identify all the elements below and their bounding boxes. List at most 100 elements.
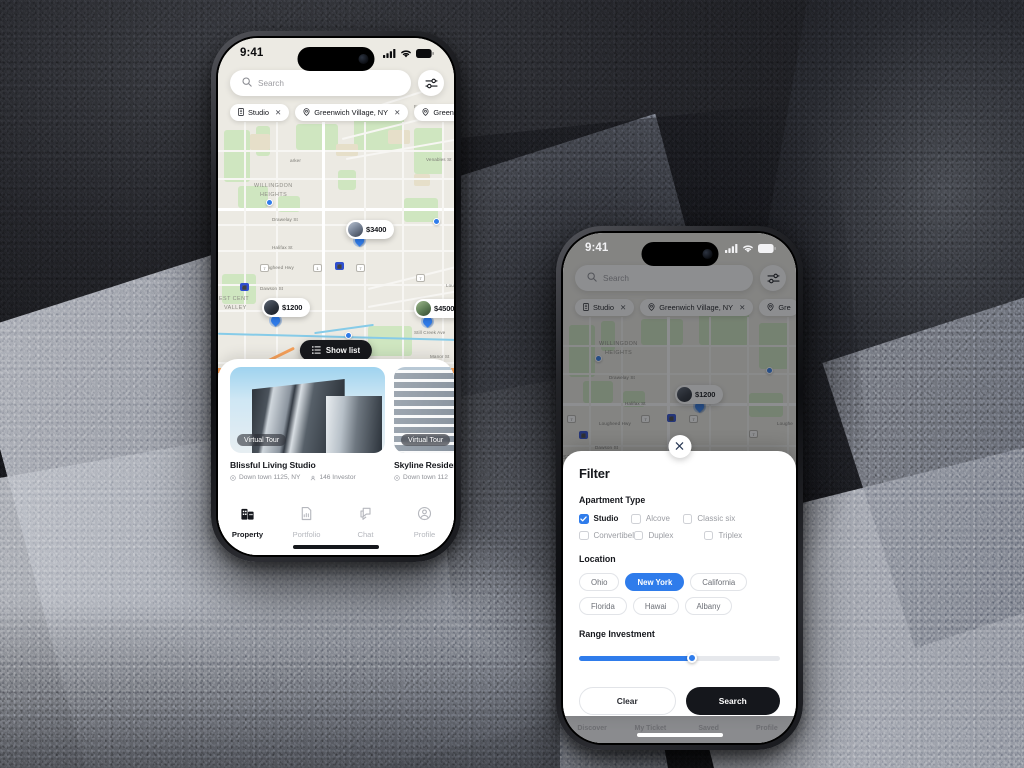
- property-investors: 146 Investor: [310, 474, 356, 481]
- checkbox-label: Studio: [593, 514, 619, 524]
- map-route-shield: 1: [313, 264, 322, 272]
- search-button[interactable]: Search: [685, 687, 780, 715]
- location-pill-california[interactable]: California: [690, 573, 748, 591]
- bottom-tab-bar-peek: Discover My Ticket Saved Profile: [563, 713, 796, 743]
- clear-button[interactable]: Clear: [579, 687, 676, 715]
- checkbox-box: [633, 530, 644, 540]
- checkbox-alcove[interactable]: Alcove: [631, 514, 670, 524]
- phone2-bezel: WILLINGDON HEIGHTS Drawelay St Halifax S…: [561, 231, 798, 745]
- tab-chat[interactable]: Chat: [336, 506, 395, 539]
- building-icon: [238, 107, 244, 118]
- checkbox-label: Triplex: [718, 530, 743, 540]
- user-group-icon: [311, 475, 316, 480]
- property-card[interactable]: Virtual Tour Blissful Living Studio Down…: [230, 367, 385, 481]
- dynamic-island: [641, 242, 718, 266]
- virtual-tour-badge[interactable]: Virtual Tour: [237, 434, 287, 446]
- phone-device-map: WILLINGDON HEIGHTS Drawelay St Halifax S…: [211, 31, 461, 562]
- dynamic-island: [297, 47, 375, 71]
- close-icon[interactable]: ✕: [275, 108, 281, 117]
- property-card[interactable]: Virtual Tour Skyline Residen Down town 1…: [394, 367, 454, 481]
- checkbox-triplex[interactable]: Triplex: [703, 530, 743, 540]
- location-pill-florida[interactable]: Florida: [579, 597, 627, 615]
- cellular-signal-icon: [725, 243, 738, 253]
- location-pill-hawai[interactable]: Hawai: [632, 597, 679, 615]
- search-input[interactable]: Search: [230, 70, 411, 96]
- range-investment-slider[interactable]: [579, 651, 780, 665]
- status-icons: [383, 48, 434, 58]
- property-location-label: Down town 112: [403, 474, 448, 481]
- search-placeholder: Search: [258, 78, 284, 88]
- filter-sliders-icon[interactable]: [418, 70, 444, 96]
- checkbox-label: Convertibel: [593, 530, 634, 540]
- map-transit-shield: ⬛: [240, 283, 249, 291]
- checkbox-convertibel[interactable]: Convertibel: [579, 530, 634, 540]
- background-shadow-bottom: [0, 600, 560, 768]
- filter-title: Filter: [579, 466, 610, 481]
- tab-label: Saved: [698, 724, 719, 732]
- tab-portfolio[interactable]: Portfolio: [277, 506, 336, 539]
- search-icon: [242, 74, 252, 92]
- property-investors-label: 146 Investor: [319, 474, 356, 481]
- price-label: $1200: [282, 303, 303, 312]
- tab-label: Discover: [577, 724, 607, 732]
- chip-label: Greenwich Village, NY: [314, 108, 389, 117]
- building-icon: [240, 506, 255, 526]
- map-dot[interactable]: [345, 332, 352, 339]
- tab-label: My Ticket: [634, 724, 667, 732]
- property-image: Virtual Tour: [230, 367, 385, 453]
- slider-knob[interactable]: [686, 653, 697, 663]
- checkbox-box: [579, 514, 589, 524]
- tab-label: Chat: [357, 530, 374, 539]
- show-list-button[interactable]: Show list: [299, 340, 373, 361]
- filter-chip-studio[interactable]: Studio ✕: [230, 104, 290, 121]
- front-camera-icon: [358, 54, 369, 64]
- location-pill-albany[interactable]: Albany: [684, 597, 733, 615]
- tab-property[interactable]: Property: [218, 506, 277, 539]
- close-icon[interactable]: ✕: [394, 108, 400, 117]
- map-dot[interactable]: [266, 199, 273, 206]
- map-label: VALLEY: [224, 305, 247, 311]
- location-pin-icon: [230, 474, 236, 481]
- price-marker[interactable]: $1200: [262, 298, 311, 317]
- front-camera-icon: [702, 249, 712, 259]
- price-marker[interactable]: $3400: [346, 220, 395, 239]
- property-image: Virtual Tour: [394, 367, 454, 453]
- status-time: 9:41: [240, 47, 264, 59]
- apartment-type-options: Studio Alcove Classic six Convertibel Du…: [579, 514, 780, 540]
- filter-chip-location[interactable]: Greenwich Village, NY ✕: [295, 104, 409, 121]
- map-route-shield: 7: [356, 264, 365, 272]
- tab-profile[interactable]: Profile: [395, 506, 454, 539]
- map-dot[interactable]: [433, 218, 440, 225]
- phone2-screen: WILLINGDON HEIGHTS Drawelay St Halifax S…: [563, 233, 796, 743]
- property-location-label: Down town 1125, NY: [239, 474, 301, 481]
- price-marker[interactable]: $4500: [414, 299, 454, 318]
- battery-icon: [416, 48, 434, 58]
- checkbox-classic-six[interactable]: Classic six: [682, 514, 735, 524]
- map-label: Dawson St: [260, 286, 284, 291]
- phone1-screen: WILLINGDON HEIGHTS Drawelay St Halifax S…: [218, 38, 454, 555]
- virtual-tour-badge[interactable]: Virtual Tour: [401, 434, 451, 446]
- location-pill-new-york[interactable]: New York: [625, 573, 685, 591]
- checkbox-studio[interactable]: Studio: [579, 514, 618, 524]
- checkbox-label: Duplex: [648, 530, 674, 540]
- tab-label: Profile: [413, 530, 436, 539]
- slider-fill: [579, 656, 692, 661]
- user-circle-icon: [417, 506, 432, 526]
- battery-icon: [758, 243, 776, 253]
- map-route-shield: 7: [260, 264, 269, 272]
- chip-label: Greenw: [433, 108, 454, 117]
- checkbox-duplex[interactable]: Duplex: [633, 530, 691, 540]
- map-route-shield: 7: [416, 274, 425, 282]
- close-x-icon: [675, 438, 685, 456]
- location-pill-ohio[interactable]: Ohio: [579, 573, 620, 591]
- checkbox-box: [703, 530, 714, 540]
- property-cards-row: Virtual Tour Blissful Living Studio Down…: [218, 359, 454, 481]
- map-label: Drawelay St: [272, 217, 298, 222]
- filter-chip-location-partial[interactable]: Greenw: [414, 104, 454, 121]
- close-filter-button[interactable]: [668, 435, 691, 458]
- map-transit-shield: ⬛: [335, 262, 344, 270]
- checkbox-box: [631, 514, 641, 524]
- phone-device-filter: WILLINGDON HEIGHTS Drawelay St Halifax S…: [556, 226, 803, 750]
- list-icon: [312, 345, 321, 356]
- tab-label: Profile: [755, 724, 778, 732]
